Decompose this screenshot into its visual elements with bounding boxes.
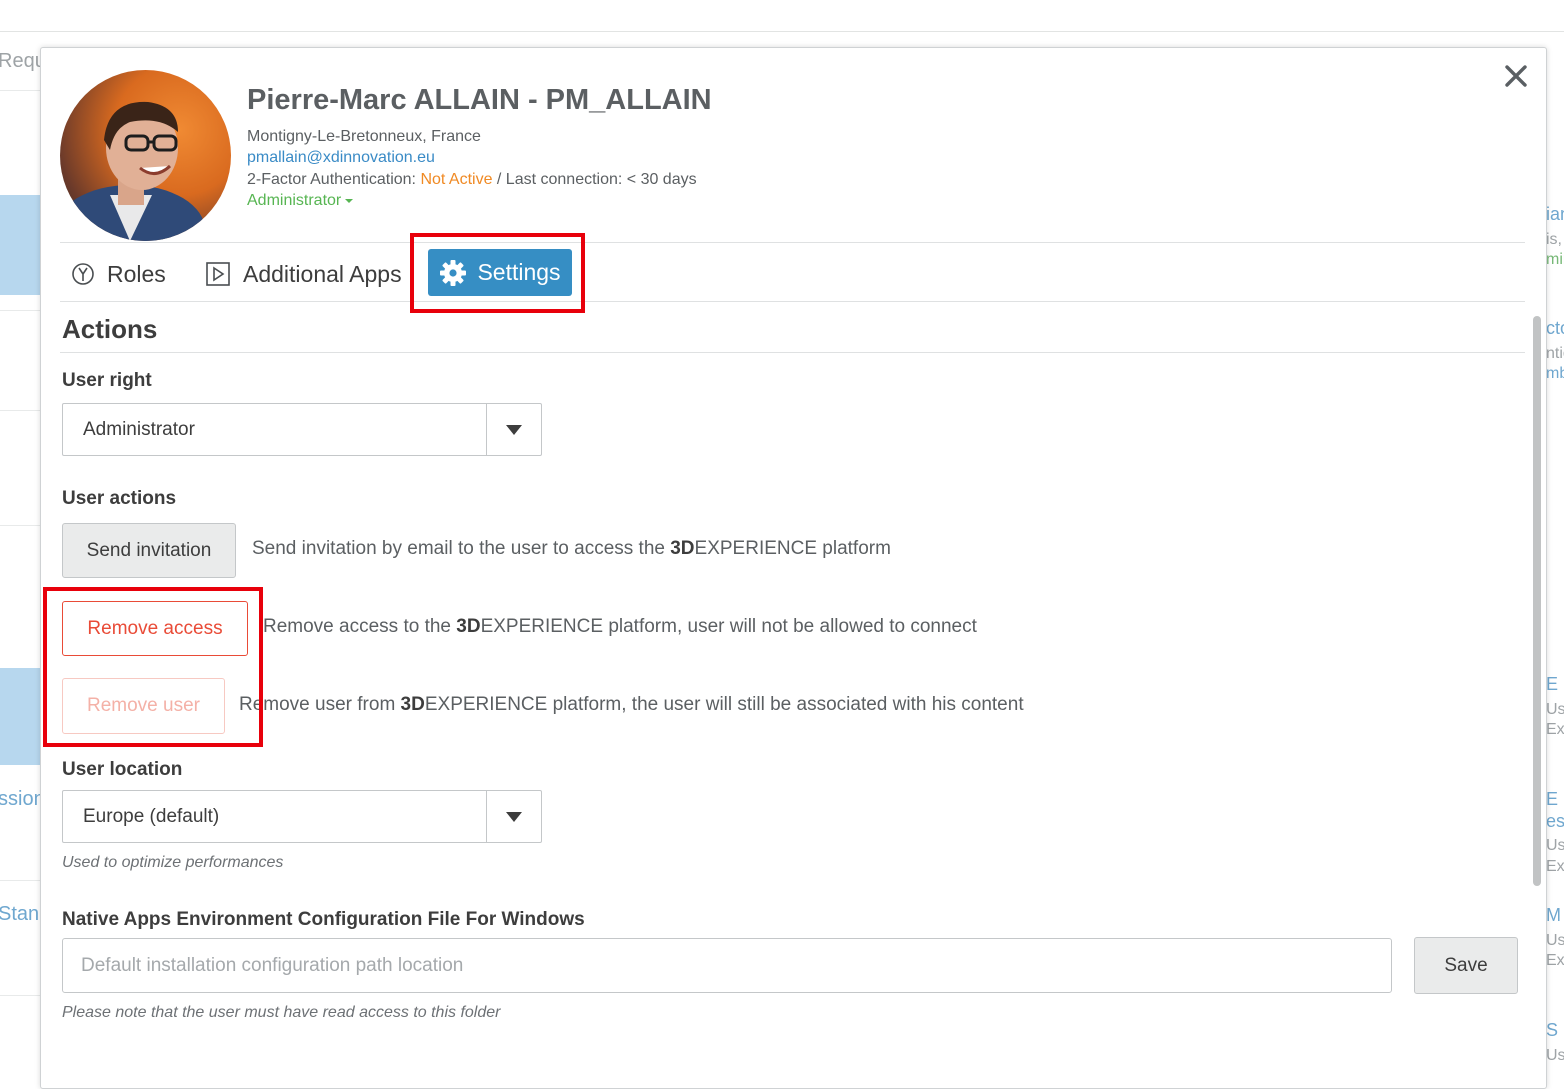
user-email[interactable]: pmallain@xdinnovation.eu [247,149,435,167]
tab-settings[interactable]: Settings [428,249,572,296]
gear-icon [439,259,467,287]
background-right-text: S [1546,1020,1559,1040]
config-path-input[interactable] [62,938,1392,993]
send-invitation-description: Send invitation by email to the user to … [252,538,891,559]
remove-user-button[interactable]: Remove user [62,678,225,734]
background-top-divider [0,31,1564,32]
user-right-label: User right [62,370,152,391]
user-location-select[interactable]: Europe (default) [62,790,542,843]
user-location-value: Europe (default) [83,806,220,827]
background-right-text: Exp [1546,721,1564,738]
additional-apps-icon [205,261,231,287]
background-right-text: M [1546,905,1561,925]
background-right-text: min [1546,251,1564,268]
native-apps-label: Native Apps Environment Configuration Fi… [62,909,585,930]
remove-user-description: Remove user from 3DEXPERIENCE platform, … [239,694,1024,715]
chevron-down-icon[interactable] [486,404,541,455]
background-right-text: Exp [1546,858,1564,875]
native-apps-hint: Please note that the user must have read… [62,1004,501,1021]
twofa-status: Not Active [420,171,493,188]
user-role-label: Administrator [247,192,342,209]
user-name: Pierre-Marc ALLAIN - PM_ALLAIN [247,84,712,116]
section-title-actions: Actions [62,314,158,344]
scrollbar[interactable] [1533,316,1541,886]
background-selected-row [0,195,40,295]
user-settings-modal: Pierre-Marc ALLAIN - PM_ALLAIN Montigny-… [40,47,1547,1089]
tab-settings-label: Settings [477,259,561,285]
save-button[interactable]: Save [1414,937,1518,994]
background-right-text: ian [1546,204,1564,224]
chevron-down-icon[interactable] [486,791,541,842]
background-right-text: is, [1546,231,1562,248]
background-column-header: Requ [0,50,46,72]
background-divider [0,90,40,91]
tabs-divider [60,301,1525,302]
background-divider [0,525,40,526]
user-location-label: User location [62,759,183,780]
user-location-hint: Used to optimize performances [62,854,284,871]
header-divider [60,242,1525,243]
section-divider [60,352,1525,353]
background-divider [0,880,40,881]
background-right-text: ntio [1546,345,1564,362]
user-right-select[interactable]: Administrator [62,403,542,456]
avatar [60,70,231,241]
tab-additional-apps-label: Additional Apps [243,260,402,287]
background-right-text: Exp [1546,952,1564,969]
tab-additional-apps[interactable]: Additional Apps [205,256,402,292]
user-status-line: 2-Factor Authentication: Not Active / La… [247,171,697,189]
user-location: Montigny-Le-Bretonneux, France [247,128,481,145]
background-right-text: Us [1546,1047,1564,1064]
background-row-text: ssion [0,788,45,810]
twofa-label: 2-Factor Authentication: [247,171,421,188]
close-icon[interactable] [1501,60,1531,94]
background-right-text: mb [1546,365,1564,382]
background-divider [0,310,40,311]
background-right-text: esi [1546,811,1564,831]
background-selected-row [0,668,40,765]
background-right-text: E [1546,789,1559,809]
remove-access-description: Remove access to the 3DEXPERIENCE platfo… [263,616,977,637]
chevron-down-icon [345,198,354,203]
background-right-text: Us [1546,837,1564,854]
user-right-value: Administrator [83,419,195,440]
background-divider [0,995,40,996]
send-invitation-button[interactable]: Send invitation [62,523,236,578]
tab-roles-label: Roles [107,260,166,287]
background-right-text: Us [1546,701,1564,718]
user-role-dropdown[interactable]: Administrator [247,192,354,210]
remove-access-button[interactable]: Remove access [62,601,248,656]
background-right-text: E [1546,674,1559,694]
roles-icon [71,262,95,286]
background-right-text: cto [1546,318,1564,338]
tab-roles[interactable]: Roles [71,256,166,292]
background-divider [0,410,40,411]
user-actions-label: User actions [62,488,177,509]
background-right-text: Us [1546,932,1564,949]
background-row-text: Stan [0,903,40,925]
last-connection: / Last connection: < 30 days [492,171,697,188]
